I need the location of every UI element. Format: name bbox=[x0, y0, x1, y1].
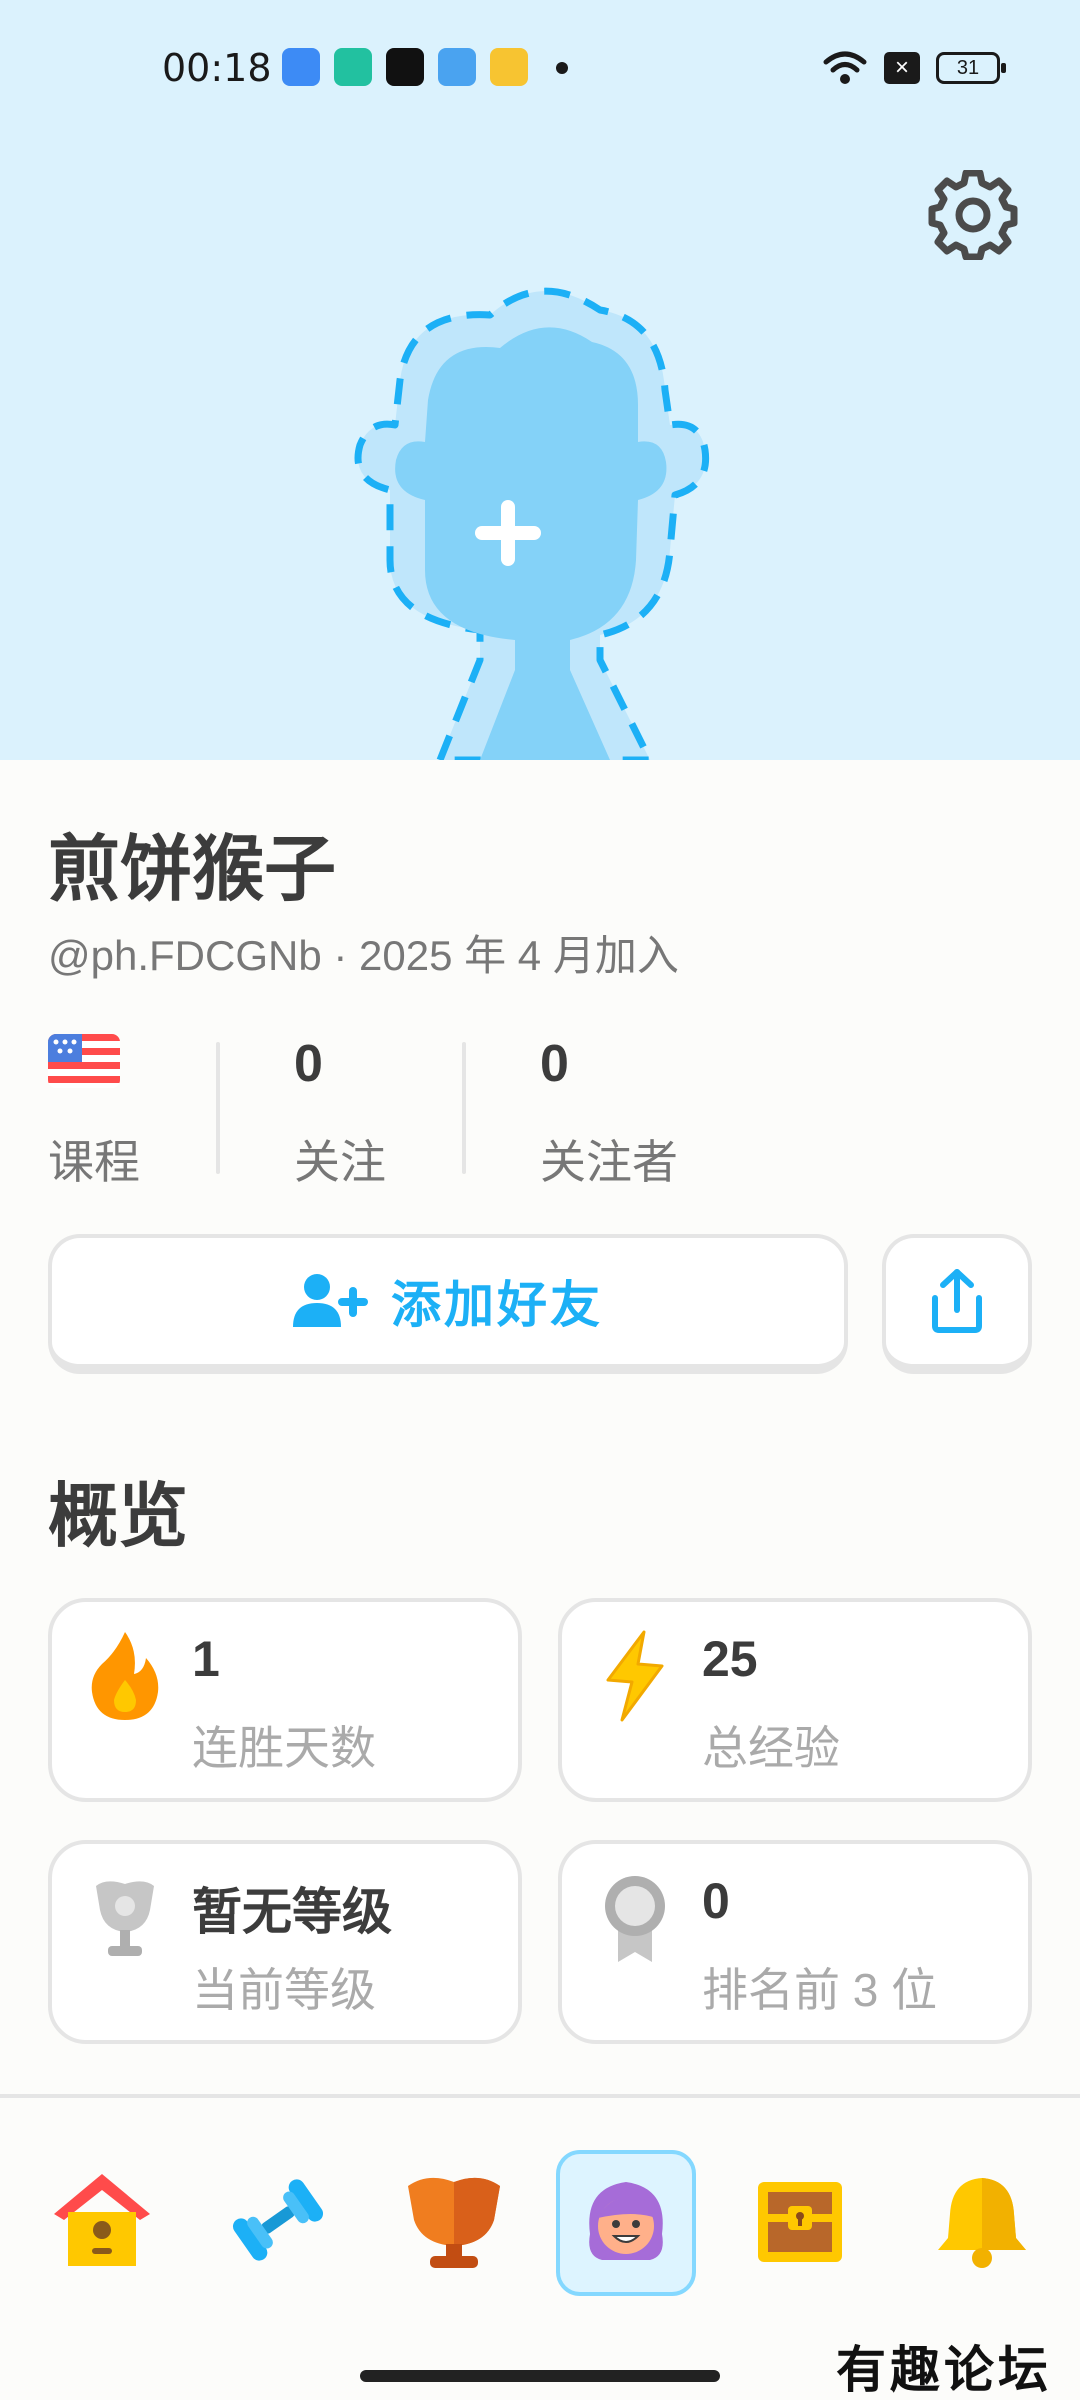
streak-value: 1 bbox=[192, 1631, 220, 1687]
stats-divider bbox=[216, 1042, 220, 1174]
following-count: 0 bbox=[294, 1035, 323, 1093]
trophy-icon bbox=[96, 1881, 154, 1956]
tab-practice[interactable] bbox=[208, 2150, 348, 2296]
treasure-chest-icon bbox=[758, 2182, 842, 2262]
more-notifications-dot bbox=[556, 62, 568, 74]
top3-value: 0 bbox=[702, 1873, 730, 1929]
share-profile-button[interactable] bbox=[882, 1234, 1032, 1374]
no-sim-icon: × bbox=[884, 52, 920, 84]
xp-card: 25 总经验 bbox=[558, 1598, 1032, 1802]
league-label: 当前等级 bbox=[192, 1964, 376, 2016]
home-indicator[interactable] bbox=[360, 2370, 720, 2382]
add-friend-button[interactable]: 添加好友 bbox=[48, 1234, 848, 1374]
courses-stat[interactable]: 课程 bbox=[48, 1030, 198, 1188]
top3-card: 0 排名前 3 位 bbox=[558, 1840, 1032, 2044]
league-trophy-icon bbox=[408, 2177, 500, 2268]
followers-stat[interactable]: 0 关注者 bbox=[540, 1030, 740, 1188]
status-time: 00:18 bbox=[162, 46, 272, 90]
tab-profile[interactable] bbox=[556, 2150, 696, 2296]
lightning-icon bbox=[606, 1630, 664, 1722]
profile-stats: 课程 0 关注 0 关注者 bbox=[48, 1030, 1048, 1188]
profile-icon bbox=[589, 2182, 663, 2260]
tab-quests[interactable] bbox=[730, 2150, 870, 2296]
profile-name: 煎饼猴子 bbox=[48, 830, 337, 910]
league-value: 暂无等级 bbox=[192, 1884, 392, 1940]
app-notification-icon bbox=[334, 48, 372, 86]
weather-icon bbox=[438, 48, 476, 86]
add-avatar-button[interactable] bbox=[330, 280, 750, 760]
wifi-icon bbox=[823, 51, 867, 84]
avatar-placeholder-icon bbox=[354, 287, 710, 760]
home-icon bbox=[54, 2174, 150, 2266]
battery-indicator: 31 bbox=[936, 52, 1006, 84]
league-card: 暂无等级 当前等级 bbox=[48, 1840, 522, 2044]
xp-label: 总经验 bbox=[702, 1722, 840, 1774]
streak-label: 连胜天数 bbox=[192, 1722, 376, 1774]
us-flag-icon bbox=[48, 1034, 120, 1088]
watermark-text: 有趣论坛 bbox=[836, 2340, 1052, 2399]
add-user-icon bbox=[293, 1274, 368, 1327]
medal-icon bbox=[605, 1876, 665, 1962]
add-friend-label: 添加好友 bbox=[391, 1277, 603, 1333]
tab-leaderboard[interactable] bbox=[384, 2150, 524, 2296]
tiktok-icon bbox=[386, 48, 424, 86]
settings-button[interactable] bbox=[928, 169, 1018, 261]
xp-value: 25 bbox=[702, 1631, 758, 1687]
profile-handle-joined: @ph.FDCGNb · 2025 年 4 月加入 bbox=[48, 932, 679, 979]
tab-learn[interactable] bbox=[32, 2150, 172, 2296]
gear-icon bbox=[928, 169, 1018, 261]
profile-header: 00:18 × 31 bbox=[0, 0, 1080, 760]
app-notification-icon bbox=[490, 48, 528, 86]
courses-label: 课程 bbox=[48, 1136, 140, 1188]
share-icon bbox=[932, 1269, 982, 1333]
tab-bar-divider bbox=[0, 2094, 1080, 2098]
streak-card: 1 连胜天数 bbox=[48, 1598, 522, 1802]
flame-icon bbox=[91, 1632, 159, 1720]
stats-divider bbox=[462, 1042, 466, 1174]
following-label: 关注 bbox=[294, 1136, 386, 1188]
bell-icon bbox=[938, 2178, 1026, 2268]
app-notification-icon bbox=[282, 48, 320, 86]
status-bar: 00:18 × 31 bbox=[0, 0, 1080, 140]
followers-label: 关注者 bbox=[540, 1136, 678, 1188]
dumbbell-icon bbox=[232, 2179, 324, 2261]
tab-notifications[interactable] bbox=[912, 2150, 1052, 2296]
following-stat[interactable]: 0 关注 bbox=[294, 1030, 474, 1188]
followers-count: 0 bbox=[540, 1035, 569, 1093]
top3-label: 排名前 3 位 bbox=[702, 1964, 938, 2016]
overview-title: 概览 bbox=[48, 1477, 188, 1555]
